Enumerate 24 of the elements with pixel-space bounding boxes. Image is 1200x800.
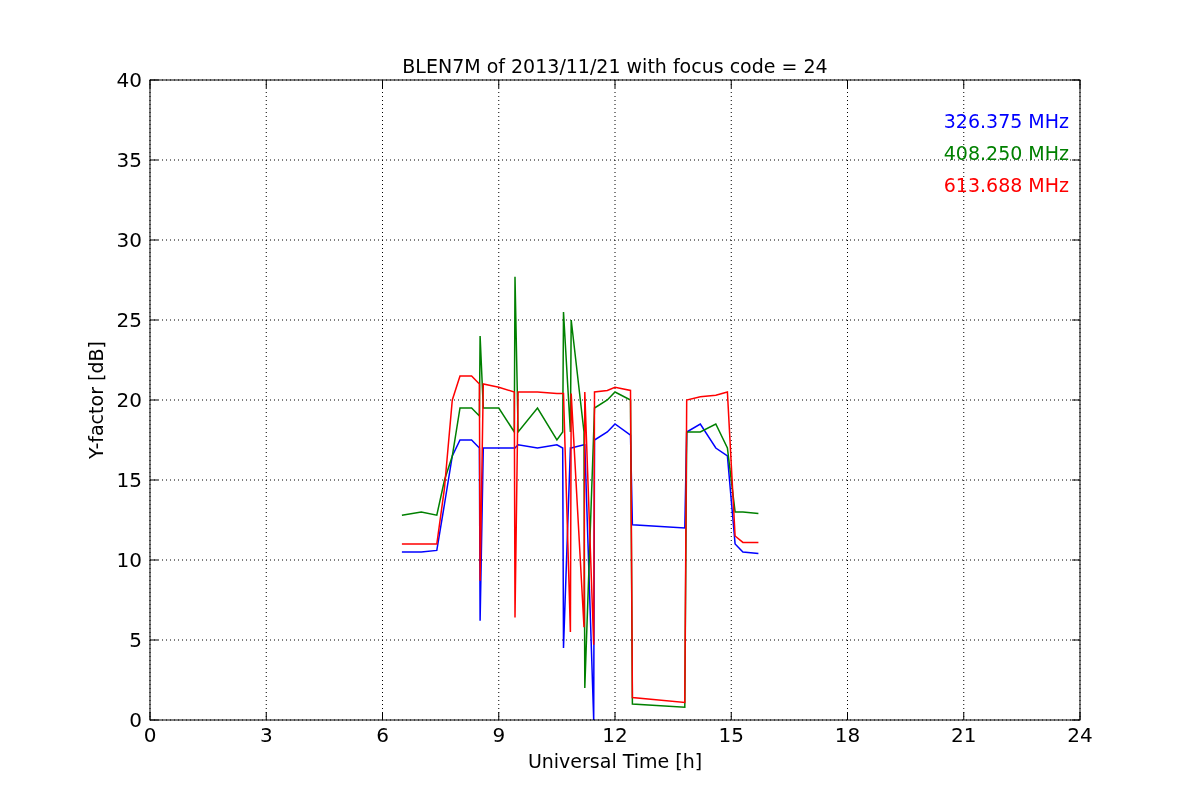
x-tick-label: 21 — [951, 723, 977, 747]
legend-label: 408.250 MHz — [943, 142, 1069, 164]
legend-label: 326.375 MHz — [943, 110, 1069, 132]
y-tick-label: 20 — [116, 388, 142, 412]
y-tick-label: 0 — [129, 708, 142, 732]
x-tick-label: 3 — [259, 723, 273, 747]
x-tick-label: 24 — [1067, 723, 1093, 747]
y-axis-label: Y-factor [dB] — [85, 341, 107, 459]
x-axis-label: Universal Time [h] — [527, 750, 703, 772]
x-tick-label: 9 — [492, 723, 506, 747]
x-tick-label: 0 — [143, 723, 157, 747]
x-tick-label: 15 — [718, 723, 744, 747]
x-tick-label: 6 — [376, 723, 389, 747]
y-tick-label: 40 — [116, 68, 142, 92]
y-tick-label: 25 — [116, 308, 142, 332]
chart-title: BLEN7M of 2013/11/21 with focus code = 24 — [402, 55, 828, 77]
y-tick-label: 5 — [129, 628, 142, 652]
y-tick-label: 35 — [116, 148, 142, 172]
y-tick-label: 30 — [116, 228, 142, 252]
x-tick-label: 12 — [602, 723, 628, 747]
legend-label: 613.688 MHz — [943, 174, 1069, 196]
x-tick-label: 18 — [834, 723, 861, 747]
y-tick-label: 15 — [116, 468, 142, 492]
y-tick-label: 10 — [116, 548, 142, 572]
